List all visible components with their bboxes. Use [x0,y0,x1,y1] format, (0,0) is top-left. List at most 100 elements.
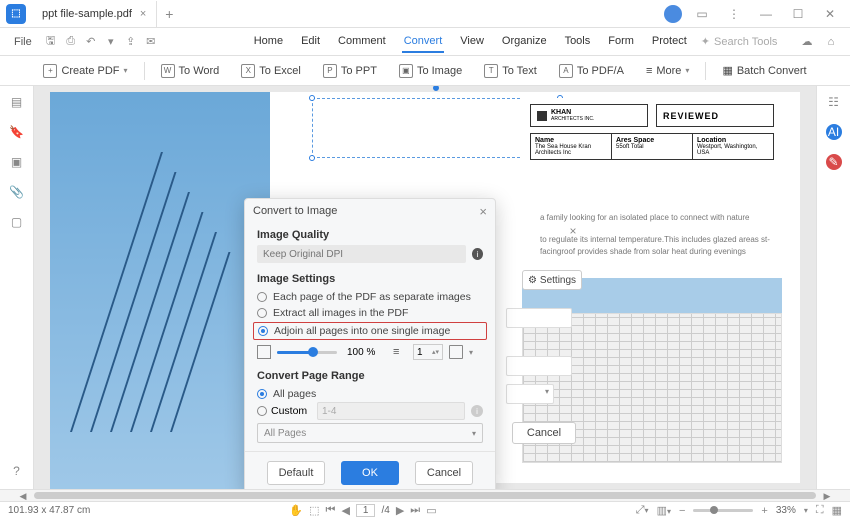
minimize-button[interactable]: — [754,2,778,26]
menu-organize[interactable]: Organize [500,31,549,53]
to-word-button[interactable]: WTo Word [155,61,226,81]
to-image-button[interactable]: ▣To Image [393,61,468,81]
page-input[interactable]: 1 [356,504,376,517]
option-separate-images[interactable]: Each page of the PDF as separate images [257,289,483,305]
print-icon[interactable]: ⎙ [62,33,80,51]
inner-cancel-button[interactable]: Cancel [512,422,576,444]
user-avatar-icon[interactable] [664,5,682,23]
dialog-close-icon[interactable]: × [479,204,487,219]
maximize-button[interactable]: ☐ [786,2,810,26]
document-canvas[interactable]: ⌁ KHANARCHITECTS INC. REVIEWED NameThe S… [34,86,816,489]
batch-convert-button[interactable]: ▦Batch Convert [716,61,812,80]
cloud-icon[interactable]: ☁ [798,33,816,51]
redo-icon[interactable]: ▾ [102,33,120,51]
custom-range-input[interactable]: 1-4 [317,402,465,420]
read-mode-icon[interactable]: ▭ [426,504,436,517]
document-tab[interactable]: ppt file-sample.pdf × [32,1,157,27]
resize-handle[interactable] [309,95,315,101]
info-icon[interactable]: i [471,405,483,417]
undo-icon[interactable]: ↶ [82,33,100,51]
menu-comment[interactable]: Comment [336,31,388,53]
first-page-icon[interactable]: ⏮ [326,504,336,517]
info-icon[interactable]: i [472,248,483,260]
default-button[interactable]: Default [267,461,325,485]
box-icon[interactable]: ▭ [690,2,714,26]
menu-home[interactable]: Home [252,31,285,53]
close-window-button[interactable]: ✕ [818,2,842,26]
save-icon[interactable]: 🖫 [42,33,60,51]
settings-button[interactable]: ⚙Settings [522,270,582,290]
menu-form[interactable]: Form [606,31,636,53]
scroll-thumb[interactable] [34,492,816,499]
fullscreen-icon[interactable]: ⛶ [816,504,824,517]
more-icon: ≡ [646,65,652,77]
peek-field[interactable] [506,356,572,376]
select-icon[interactable]: ⬚ [309,504,319,517]
hand-icon[interactable]: ✋ [289,504,303,517]
to-text-button[interactable]: TTo Text [478,61,543,81]
to-ppt-button[interactable]: PTo PPT [317,61,383,81]
quality-input[interactable] [257,245,466,263]
option-extract-images[interactable]: Extract all images in the PDF [257,305,483,321]
fit-icon[interactable]: ⤢▾ [636,504,649,517]
option-custom-range[interactable]: Custom 1-4 i [257,402,483,420]
last-page-icon[interactable]: ⏭ [410,504,420,517]
zoom-bar[interactable] [693,509,753,512]
page-icon[interactable] [449,345,463,359]
field-icon[interactable]: ▢ [9,214,25,230]
zoom-in-icon[interactable]: + [761,505,767,517]
menu-tools[interactable]: Tools [563,31,593,53]
zoom-percent[interactable]: 100 % [343,344,387,360]
create-pdf-button[interactable]: +Create PDF▾ [37,61,133,81]
scroll-left-icon[interactable]: ◀ [16,490,30,502]
column-spinner[interactable]: 1▴▾ [413,344,443,360]
inner-close-icon[interactable]: × [564,224,582,238]
zoom-slider[interactable] [277,351,337,354]
file-menu[interactable]: File [6,36,40,48]
close-tab-icon[interactable]: × [140,8,146,20]
zoom-out-icon[interactable]: − [679,505,685,517]
peek-dropdown[interactable] [506,384,554,404]
peek-field[interactable] [506,308,572,328]
pages-dropdown[interactable]: All Pages▾ [257,423,483,443]
dialog-footer: Default OK Cancel [245,451,495,489]
menu-bar: File 🖫 ⎙ ↶ ▾ ⇪ ✉ Home Edit Comment Conve… [0,28,850,56]
menu-protect[interactable]: Protect [650,31,689,53]
mail-icon[interactable]: ✉ [142,33,160,51]
resize-handle[interactable] [309,155,315,161]
option-all-pages[interactable]: All pages [257,386,483,402]
kebab-icon[interactable]: ⋮ [722,2,746,26]
crop-icon[interactable] [257,345,271,359]
more-button[interactable]: ≡More▾ [640,62,696,80]
horizontal-scrollbar[interactable]: ◀ ▶ [0,489,850,501]
ok-button[interactable]: OK [341,461,399,485]
menu-edit[interactable]: Edit [299,31,322,53]
scroll-right-icon[interactable]: ▶ [820,490,834,502]
properties-icon[interactable]: ☷ [826,94,842,110]
layers-icon[interactable]: ▣ [9,154,25,170]
edit-icon[interactable]: ✎ [826,154,842,170]
cancel-button[interactable]: Cancel [415,461,473,485]
rotate-handle[interactable] [433,86,439,91]
align-icon[interactable]: ≡ [393,346,407,358]
to-excel-button[interactable]: XTo Excel [235,61,307,81]
home-icon[interactable]: ⌂ [822,33,840,51]
layout-icon[interactable]: ▦ [832,504,842,517]
to-pdfa-button[interactable]: ATo PDF/A [553,61,630,81]
search-tools[interactable]: ✦ Search Tools [701,35,778,48]
next-page-icon[interactable]: ▶ [396,504,404,517]
ai-icon[interactable]: AI [826,124,842,140]
app-icon: ⬚ [6,4,26,24]
view-icon[interactable]: ▥▾ [657,504,671,517]
option-adjoin-single-image[interactable]: Adjoin all pages into one single image [253,322,487,340]
thumbnail-icon[interactable]: ▤ [9,94,25,110]
help-icon[interactable]: ? [9,463,25,479]
right-sidebar: ☷ AI ✎ [816,86,850,489]
bookmark-icon[interactable]: 🔖 [9,124,25,140]
menu-view[interactable]: View [458,31,486,53]
menu-convert[interactable]: Convert [402,31,445,53]
prev-page-icon[interactable]: ◀ [341,504,349,517]
share-icon[interactable]: ⇪ [122,33,140,51]
attachment-icon[interactable]: 📎 [9,184,25,200]
new-tab-button[interactable]: + [157,6,181,22]
